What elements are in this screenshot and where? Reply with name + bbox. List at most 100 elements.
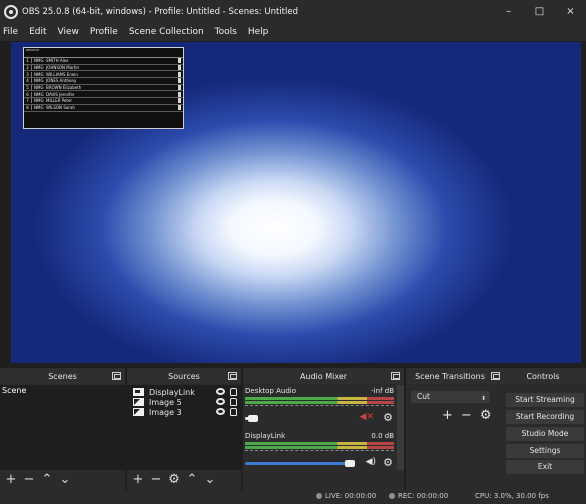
live-indicator-icon (316, 493, 322, 499)
audio-mixer-dock: Audio Mixer Desktop Audio -inf dB ◀✕ ⚙ D… (243, 368, 404, 490)
overlay-bar (178, 58, 181, 64)
mixer-scrollbar[interactable] (397, 385, 404, 470)
source-label: Image 3 (149, 407, 182, 417)
overlay-row: 1 NMG SMITH Alex (24, 58, 183, 65)
undock-icon[interactable] (112, 372, 121, 380)
volume-slider[interactable] (245, 462, 350, 465)
overlay-bar (178, 78, 181, 84)
spinner-icon[interactable]: ⬍ (481, 393, 486, 405)
transition-settings-gear-icon[interactable]: ⚙ (480, 408, 492, 423)
overlay-num: 5 (24, 85, 32, 91)
volume-slider-handle[interactable] (248, 415, 258, 422)
add-source-button[interactable]: + (131, 472, 145, 488)
scene-item[interactable]: Scene (0, 385, 125, 396)
undock-icon[interactable] (228, 372, 237, 380)
overlay-club: NMG (34, 91, 44, 97)
volume-meter (245, 397, 394, 400)
add-scene-button[interactable]: + (4, 472, 18, 488)
status-bar: LIVE: 00:00:00 REC: 00:00:00 CPU: 3.0%, … (0, 490, 586, 504)
move-down-icon[interactable]: ⌄ (58, 472, 72, 488)
menu-view[interactable]: View (58, 27, 79, 37)
overlay-club: NMG (34, 105, 44, 111)
meter-scale (245, 405, 394, 409)
lock-icon[interactable] (230, 408, 237, 416)
visibility-eye-icon[interactable] (216, 408, 225, 415)
overlay-club: NMG (34, 85, 44, 91)
start-streaming-button[interactable]: Start Streaming (506, 393, 584, 407)
transition-select[interactable]: Cut ⬍ (411, 391, 490, 403)
remove-scene-button[interactable]: − (22, 472, 36, 488)
start-recording-button[interactable]: Start Recording (506, 410, 584, 424)
minimize-button[interactable]: – (493, 0, 524, 23)
menu-file[interactable]: File (3, 27, 18, 37)
overlay-num: 7 (24, 98, 32, 104)
menu-scene-collection[interactable]: Scene Collection (129, 27, 204, 37)
lock-icon[interactable] (230, 398, 237, 406)
audio-mixer-header: Audio Mixer (243, 368, 404, 384)
window-title: OBS 25.0.8 (64-bit, windows) - Profile: … (22, 6, 298, 17)
move-up-icon[interactable]: ⌃ (40, 472, 54, 488)
overlay-num: 2 (24, 65, 32, 71)
rec-status: REC: 00:00:00 (389, 492, 448, 500)
overlay-name: WILLIAMS Erwin (46, 71, 78, 77)
visibility-eye-icon[interactable] (216, 388, 225, 395)
overlay-name: SMITH Alex (46, 58, 69, 64)
move-up-icon[interactable]: ⌃ (185, 472, 199, 488)
obs-logo-icon (4, 4, 18, 19)
maximize-button[interactable]: □ (524, 0, 555, 23)
overlay-num: 3 (24, 71, 32, 77)
studio-mode-button[interactable]: Studio Mode (506, 427, 584, 441)
overlay-row: 4 NMG JONES Anthony (24, 78, 183, 85)
scenes-toolbar: + − ⌃ ⌄ (0, 470, 125, 490)
source-properties-gear-icon[interactable]: ⚙ (167, 472, 181, 488)
transitions-header: Scene Transitions (406, 368, 504, 384)
preview-canvas[interactable]: RESULTS 1 NMG SMITH Alex 2 NMG JOHNSON Marti… (11, 42, 581, 363)
overlay-bar (178, 105, 181, 111)
exit-button[interactable]: Exit (506, 460, 584, 474)
track-settings-gear-icon[interactable]: ⚙ (383, 411, 393, 424)
lock-icon[interactable] (230, 388, 237, 396)
mixer-track-desktop-audio: Desktop Audio -inf dB ◀✕ ⚙ (243, 387, 396, 427)
overlay-name: JONES Anthony (46, 78, 77, 84)
move-down-icon[interactable]: ⌄ (203, 472, 217, 488)
audio-mixer-title: Audio Mixer (299, 371, 348, 381)
overlay-name: JOHNSON Martin (46, 65, 80, 71)
speaker-icon[interactable]: ◀) (366, 457, 376, 467)
overlay-club: NMG (34, 71, 44, 77)
menu-profile[interactable]: Profile (90, 27, 118, 37)
add-transition-button[interactable]: + (442, 408, 453, 423)
overlay-num: 6 (24, 91, 32, 97)
remove-source-button[interactable]: − (149, 472, 163, 488)
title-bar: OBS 25.0.8 (64-bit, windows) - Profile: … (0, 0, 586, 23)
overlay-bar (178, 98, 181, 104)
visibility-eye-icon[interactable] (216, 398, 225, 405)
menu-tools[interactable]: Tools (215, 27, 237, 37)
image-icon (133, 398, 144, 406)
mixer-tracks: Desktop Audio -inf dB ◀✕ ⚙ DisplayLink 0… (243, 385, 404, 490)
scenes-dock: Scenes Scene + − ⌃ ⌄ (0, 368, 125, 490)
menu-edit[interactable]: Edit (29, 27, 46, 37)
muted-speaker-icon[interactable]: ◀✕ (360, 412, 374, 422)
track-settings-gear-icon[interactable]: ⚙ (383, 456, 393, 469)
sources-dock-title: Sources (168, 371, 200, 381)
scenes-list[interactable]: Scene (0, 385, 125, 470)
menu-help[interactable]: Help (248, 27, 269, 37)
overlay-row: 7 NMG MILLER Peter (24, 98, 183, 105)
close-button[interactable]: × (555, 0, 586, 23)
overlay-row: 6 NMG DAVIS Jennifer (24, 91, 183, 99)
overlay-row: 5 NMG BROWN Elizabeth (24, 85, 183, 92)
volume-meter (245, 401, 394, 404)
source-item[interactable]: Image 3 (127, 407, 241, 417)
volume-slider-handle[interactable] (345, 460, 355, 467)
sources-list[interactable]: DisplayLink Image 5 Image 3 (127, 385, 241, 470)
track-name: DisplayLink (245, 432, 286, 440)
undock-icon[interactable] (391, 372, 400, 380)
undock-icon[interactable] (491, 372, 500, 380)
settings-button[interactable]: Settings (506, 444, 584, 458)
source-item[interactable]: DisplayLink (127, 387, 241, 397)
overlay-club: NMG (34, 78, 44, 84)
volume-meter (245, 446, 394, 449)
overlay-header: RESULTS (24, 48, 183, 58)
remove-transition-button[interactable]: − (461, 408, 472, 423)
source-item[interactable]: Image 5 (127, 397, 241, 407)
